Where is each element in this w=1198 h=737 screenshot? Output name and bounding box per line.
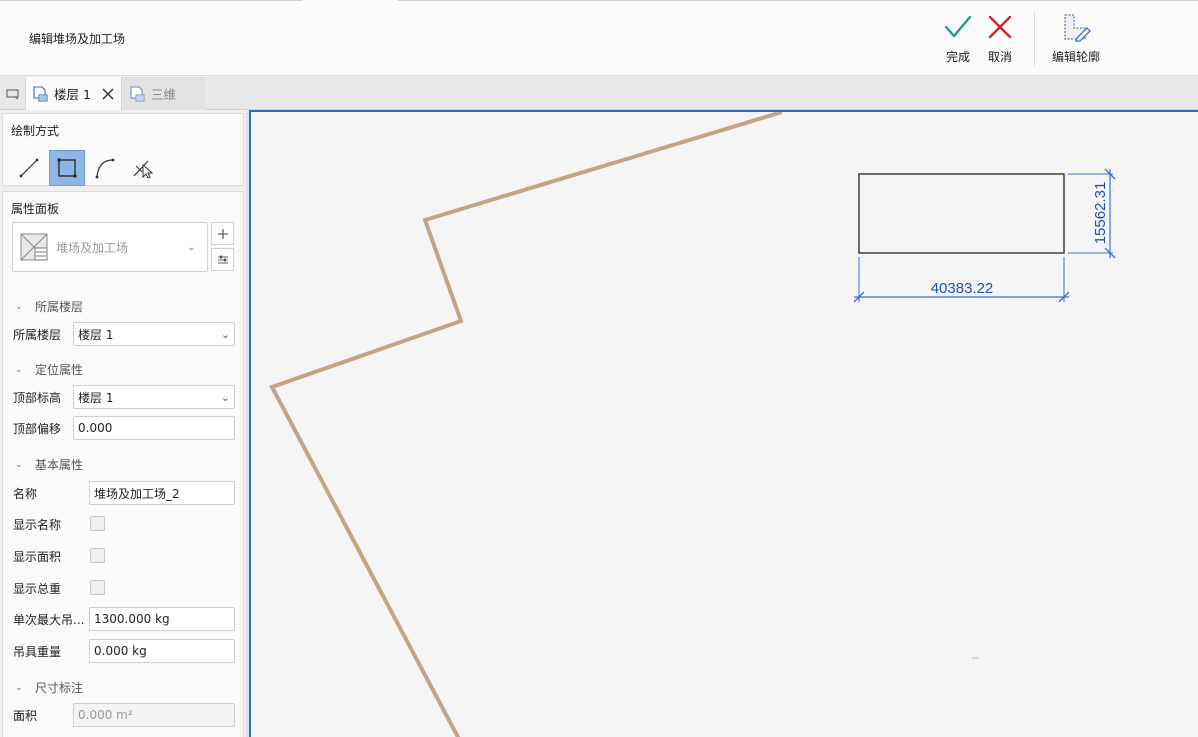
left-panel: 绘制方式 属性面板 堆场及加工场 ⌄ ⌄ 所属楼层 所属楼层 楼层 1 ⌄ ⌄ … [0,111,246,737]
line-tool-icon[interactable] [11,150,47,186]
tab-close-icon[interactable] [101,87,115,101]
floor-select-value: 楼层 1 [78,327,114,342]
max-lift-label: 单次最大吊... [13,613,85,627]
canvas-drawing: 40383.22 15562.31 [269,112,1116,737]
sliders-icon [217,255,228,263]
drawing-canvas[interactable]: 40383.22 15562.31 [249,110,1198,737]
pick-line-tool-icon[interactable] [125,150,161,186]
arc-tool-icon[interactable] [87,150,123,186]
show-weight-label: 显示总重 [13,582,62,596]
show-name-label: 显示名称 [13,518,62,532]
add-type-button[interactable] [211,222,234,245]
rectangle-tool-icon[interactable] [49,150,85,186]
type-name: 堆场及加工场 [56,240,129,255]
area-input: 0.000 m² [73,703,235,727]
done-label: 完成 [945,50,970,64]
chevron-down-icon: ⌄ [15,301,23,312]
rigging-weight-input[interactable]: 0.000 kg [89,639,235,663]
tab-3d-label: 三维 [151,87,177,102]
type-settings-button[interactable] [211,248,234,271]
edit-outline-label: 编辑轮廓 [1052,50,1101,64]
group-floor-label: 所属楼层 [35,300,84,314]
show-area-checkbox[interactable] [90,548,105,563]
cancel-label: 取消 [987,50,1012,64]
group-basic-toggle[interactable]: ⌄ 基本属性 [15,456,83,473]
chevron-down-icon: ⌄ [220,390,230,404]
done-button[interactable]: 完成 [934,12,982,66]
yard-type-icon [20,233,48,261]
group-floor-toggle[interactable]: ⌄ 所属楼层 [15,298,83,315]
top-elevation-value: 楼层 1 [78,390,114,405]
chevron-down-icon: ⌄ [15,459,23,470]
view-tab-bar: 楼层 1 三维 [0,77,1198,110]
name-label: 名称 [13,487,38,501]
tab-floor-1-label: 楼层 1 [54,87,91,102]
group-position-toggle[interactable]: ⌄ 定位属性 [15,361,83,378]
tab-home[interactable] [0,77,26,110]
type-selector[interactable]: 堆场及加工场 ⌄ [12,222,208,272]
group-dimension-label: 尺寸标注 [35,681,84,695]
site-boundary-line [269,112,783,737]
ribbon-toolbar: 编辑堆场及加工场 完成 取消 编辑轮廓 [0,0,1198,76]
draw-tools [11,150,161,186]
top-elevation-select[interactable]: 楼层 1 ⌄ [73,385,235,409]
max-lift-input[interactable]: 1300.000 kg [89,607,235,631]
chevron-down-icon: ⌄ [15,364,23,375]
height-dimension-text: 15562.31 [1092,182,1109,245]
top-offset-input[interactable]: 0.000 [73,416,235,440]
draw-method-panel: 绘制方式 [2,113,244,186]
window-restore-icon [6,88,20,100]
group-position-label: 定位属性 [35,363,84,377]
rigging-weight-label: 吊具重量 [13,645,62,659]
yard-rectangle[interactable] [858,173,1065,254]
edit-outline-button[interactable]: 编辑轮廓 [1052,12,1100,66]
show-area-label: 显示面积 [13,550,62,564]
chevron-down-icon: ⌄ [15,682,23,693]
show-name-checkbox[interactable] [90,516,105,531]
property-panel: 属性面板 堆场及加工场 ⌄ ⌄ 所属楼层 所属楼层 楼层 1 ⌄ ⌄ 定位属性 … [2,191,244,737]
cancel-button[interactable]: 取消 [976,12,1024,66]
group-dimension-toggle[interactable]: ⌄ 尺寸标注 [15,679,83,696]
3d-view-icon [129,85,145,102]
show-weight-checkbox[interactable] [90,580,105,595]
edit-outline-icon [1061,12,1091,42]
ribbon-top-border [0,0,1198,1]
ribbon-title: 编辑堆场及加工场 [29,32,126,46]
plus-icon [217,228,228,239]
ribbon-separator [1034,12,1035,66]
name-input[interactable]: 堆场及加工场_2 [89,481,235,505]
checkmark-icon [943,12,973,42]
floor-select[interactable]: 楼层 1 ⌄ [73,322,235,346]
chevron-down-icon: ⌄ [187,241,196,253]
chevron-down-icon: ⌄ [220,327,230,341]
close-icon [985,12,1015,42]
floor-plan-icon [32,85,48,102]
tab-3d[interactable]: 三维 [123,77,205,110]
tab-floor-1[interactable]: 楼层 1 [26,77,122,110]
draw-method-title: 绘制方式 [11,124,60,138]
property-panel-title: 属性面板 [11,202,60,216]
group-basic-label: 基本属性 [35,458,84,472]
width-dimension-text: 40383.22 [931,280,994,297]
